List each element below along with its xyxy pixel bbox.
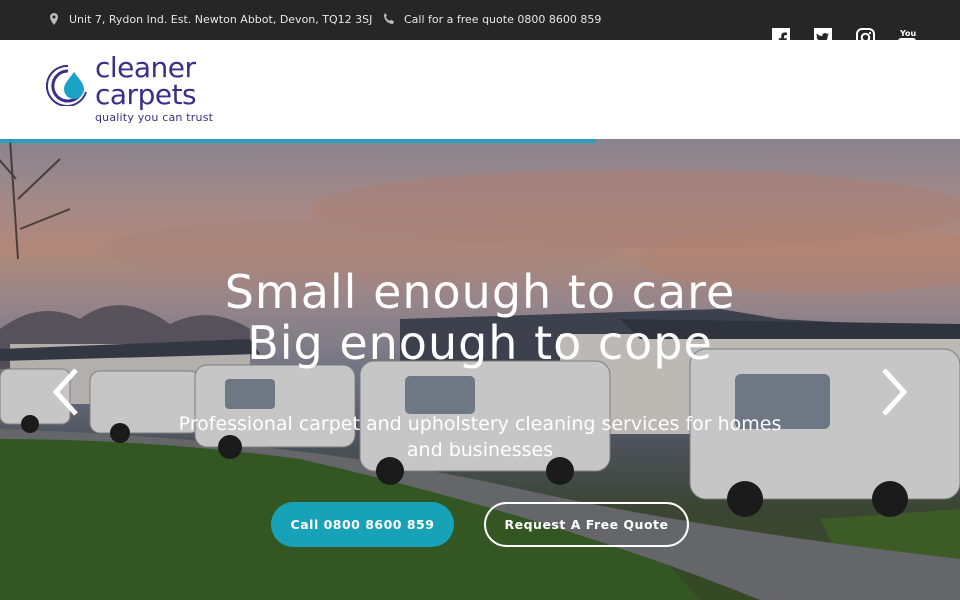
chevron-right-icon[interactable] <box>876 364 912 420</box>
address-info: Unit 7, Rydon Ind. Est. Newton Abbot, De… <box>47 12 372 26</box>
map-pin-icon <box>50 13 58 25</box>
phone-text[interactable]: Call for a free quote 0800 8600 859 <box>404 13 601 26</box>
hero-heading-line1: Small enough to care <box>224 265 736 319</box>
hero-heading-line2: Big enough to cope <box>247 316 713 370</box>
logo-word-carpets: carpets <box>95 78 197 111</box>
phone-icon <box>384 13 394 24</box>
slider-progress-bar <box>0 139 596 143</box>
chevron-left-icon[interactable] <box>48 364 84 420</box>
hero-subtitle: Professional carpet and upholstery clean… <box>178 413 782 461</box>
logo-tagline: quality you can trust <box>95 111 214 124</box>
call-button[interactable]: Call 0800 8600 859 <box>271 502 454 547</box>
request-quote-button[interactable]: Request A Free Quote <box>484 502 689 547</box>
svg-text:You: You <box>899 29 917 38</box>
water-drop-logo-icon <box>46 64 87 106</box>
cleaner-carpets-logo[interactable]: cleaner carpets quality you can trust <box>46 54 226 130</box>
top-bar: Unit 7, Rydon Ind. Est. Newton Abbot, De… <box>0 0 960 48</box>
site-header: cleaner carpets quality you can trust <box>0 40 960 139</box>
phone-info[interactable]: Call for a free quote 0800 8600 859 <box>382 12 601 26</box>
hero-slider: Small enough to care Big enough to cope … <box>0 139 960 600</box>
address-text: Unit 7, Rydon Ind. Est. Newton Abbot, De… <box>69 12 373 26</box>
